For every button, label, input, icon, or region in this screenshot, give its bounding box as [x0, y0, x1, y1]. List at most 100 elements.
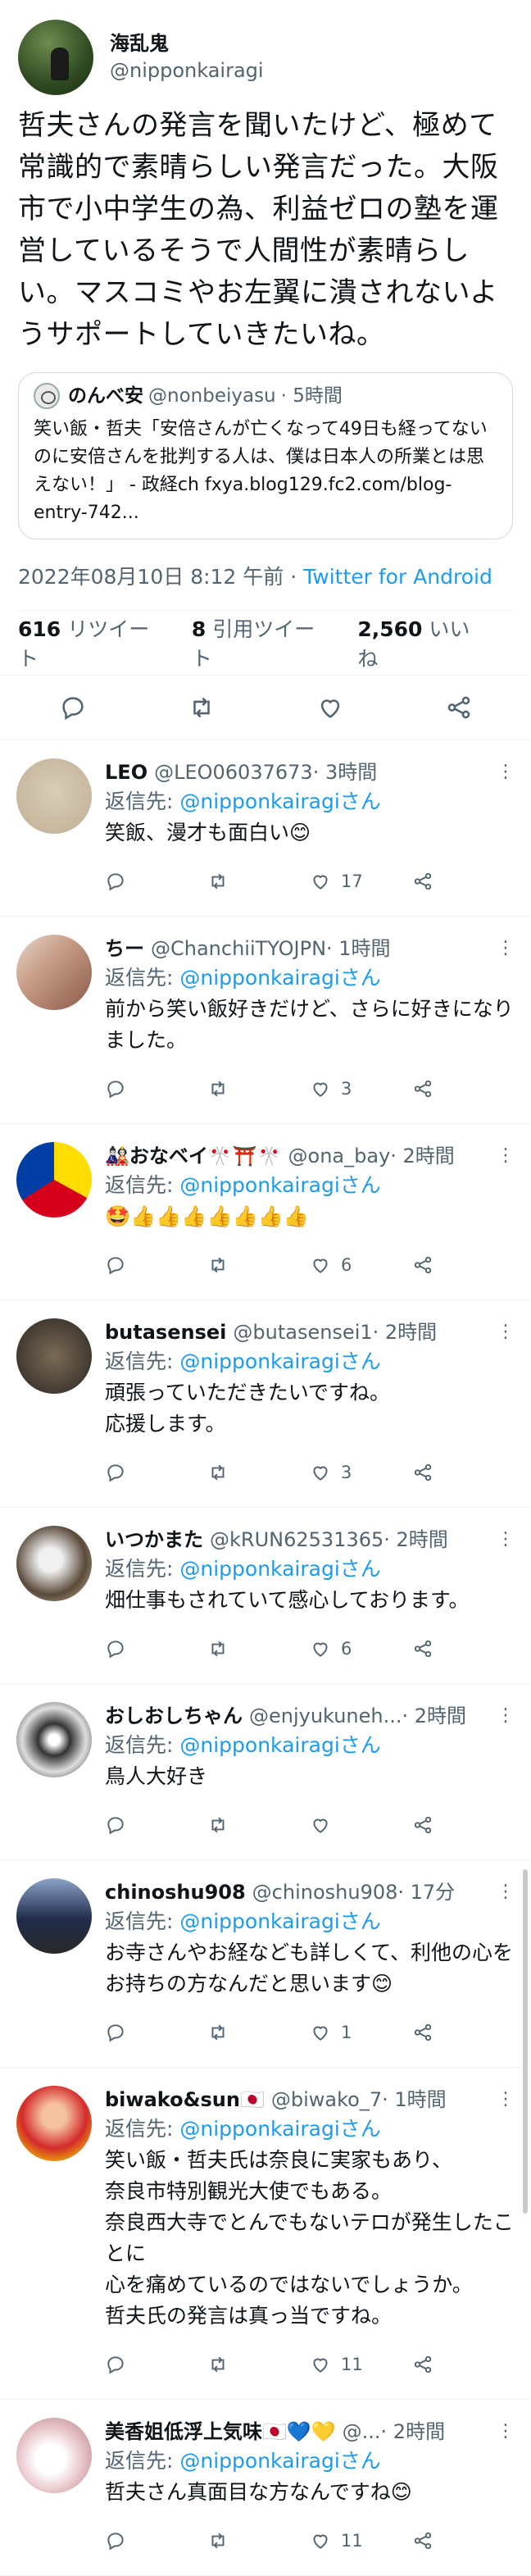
more-icon[interactable]: ⋮ — [490, 1318, 515, 1346]
reply-to-handle[interactable]: @nipponkairagiさん — [179, 1909, 380, 1933]
reply-time[interactable]: · 2時間 — [373, 1318, 438, 1346]
like-icon[interactable] — [310, 871, 331, 892]
share-icon[interactable] — [412, 1462, 433, 1483]
reply-action[interactable] — [105, 1638, 207, 1659]
reply-author-name[interactable]: chinoshu908 — [105, 1878, 246, 1906]
reply-avatar[interactable] — [16, 935, 92, 1010]
more-icon[interactable]: ⋮ — [490, 758, 515, 786]
like-action[interactable]: 6 — [310, 1638, 412, 1659]
like-action[interactable]: 11 — [310, 2530, 412, 2551]
retweet-icon[interactable] — [207, 2354, 229, 2375]
more-icon[interactable]: ⋮ — [490, 1702, 515, 1730]
reply-icon[interactable] — [105, 1638, 126, 1659]
reply-avatar[interactable] — [16, 2086, 92, 2161]
reply-author-name[interactable]: biwako&sun🇯🇵 — [105, 2086, 265, 2114]
retweet-icon[interactable] — [207, 1814, 229, 1836]
more-icon[interactable]: ⋮ — [490, 2086, 515, 2114]
reply-author-name[interactable]: 美香姐低浮上気味🇯🇵💙💛 — [105, 2418, 336, 2446]
reply-author-name[interactable]: butasensei — [105, 1318, 226, 1346]
reply-author-handle[interactable]: @chinoshu908 — [252, 1878, 398, 1906]
reply-to-handle[interactable]: @nipponkairagiさん — [179, 2117, 380, 2141]
reply-action[interactable] — [105, 1078, 207, 1099]
share-action[interactable] — [412, 1254, 515, 1276]
share-action[interactable] — [412, 2530, 515, 2551]
reply-author-handle[interactable]: @kRUN62531365 — [210, 1526, 384, 1554]
retweet-action[interactable] — [207, 2530, 310, 2551]
scrollbar[interactable] — [523, 1869, 528, 2214]
reply-time[interactable]: · 2時間 — [381, 2418, 446, 2446]
retweet-action[interactable] — [207, 1078, 310, 1099]
reply-tweet[interactable]: LEO @LEO06037673 · 3時間 ⋮ 返信先: @nipponkairagi… — [0, 740, 531, 917]
retweet-action[interactable] — [207, 1638, 310, 1659]
tweet-source[interactable]: Twitter for Android — [303, 565, 492, 589]
reply-time[interactable]: · 2時間 — [384, 1526, 448, 1554]
like-stat[interactable]: 2,560 いいね — [357, 613, 485, 672]
retweet-action[interactable] — [207, 2354, 310, 2375]
reply-author-handle[interactable]: @enjyukuneh... — [249, 1702, 402, 1730]
reply-time[interactable]: · 17分 — [397, 1878, 455, 1906]
more-icon[interactable]: ⋮ — [490, 2418, 515, 2446]
reply-tweet[interactable]: biwako&sun🇯🇵 @biwako_7 · 1時間 ⋮ 返信先: @nipponk… — [0, 2068, 531, 2400]
author-name[interactable]: 海乱鬼 — [110, 30, 264, 57]
share-action[interactable] — [412, 1814, 515, 1836]
reply-avatar[interactable] — [16, 758, 92, 834]
retweet-action[interactable] — [207, 2022, 310, 2043]
share-icon[interactable] — [412, 871, 433, 892]
share-icon[interactable] — [412, 1078, 433, 1099]
reply-to-handle[interactable]: @nipponkairagiさん — [179, 1173, 380, 1197]
reply-to-handle[interactable]: @nipponkairagiさん — [179, 1349, 380, 1373]
like-action[interactable]: 17 — [310, 871, 412, 892]
reply-author-name[interactable]: おしおしちゃん — [105, 1702, 243, 1730]
more-icon[interactable]: ⋮ — [490, 935, 515, 963]
reply-author-handle[interactable]: @butasensei1 — [233, 1318, 372, 1346]
reply-to-handle[interactable]: @nipponkairagiさん — [179, 790, 380, 813]
reply-icon[interactable] — [105, 1814, 126, 1836]
reply-author-name[interactable]: LEO — [105, 758, 148, 786]
reply-icon[interactable] — [105, 2022, 126, 2043]
share-icon[interactable] — [445, 694, 473, 721]
share-icon[interactable] — [412, 1254, 433, 1276]
reply-icon[interactable] — [105, 871, 126, 892]
reply-author-handle[interactable]: @LEO06037673 — [154, 758, 313, 786]
tweet-date[interactable]: 2022年08月10日 8:12 午前 · — [18, 565, 303, 589]
reply-action[interactable] — [105, 1254, 207, 1276]
retweet-stat[interactable]: 616 リツイート — [18, 613, 164, 672]
reply-author-handle[interactable]: @... — [343, 2418, 381, 2446]
like-action[interactable]: 6 — [310, 1254, 412, 1276]
retweet-icon[interactable] — [207, 2022, 229, 2043]
share-action[interactable] — [412, 1078, 515, 1099]
reply-author-handle[interactable]: @ChanchiiTYOJPN — [151, 935, 326, 963]
reply-author-handle[interactable]: @biwako_7 — [271, 2086, 382, 2114]
reply-to-handle[interactable]: @nipponkairagiさん — [179, 1733, 380, 1757]
reply-author-name[interactable]: ちー — [105, 935, 144, 963]
reply-action[interactable] — [105, 1814, 207, 1836]
reply-avatar[interactable] — [16, 2418, 92, 2493]
reply-action[interactable] — [105, 871, 207, 892]
share-icon[interactable] — [412, 1814, 433, 1836]
reply-time[interactable]: · 2時間 — [390, 1142, 455, 1170]
reply-action[interactable] — [105, 2022, 207, 2043]
reply-avatar[interactable] — [16, 1702, 92, 1777]
reply-avatar[interactable] — [16, 1878, 92, 1954]
reply-icon[interactable] — [105, 1254, 126, 1276]
share-action[interactable] — [412, 871, 515, 892]
retweet-action[interactable] — [207, 1254, 310, 1276]
like-action[interactable] — [310, 1814, 412, 1836]
share-action[interactable] — [412, 1638, 515, 1659]
reply-avatar[interactable] — [16, 1142, 92, 1217]
retweet-icon[interactable] — [207, 2530, 229, 2551]
more-icon[interactable]: ⋮ — [490, 1878, 515, 1906]
retweet-action[interactable] — [207, 871, 310, 892]
retweet-icon[interactable] — [207, 871, 229, 892]
like-icon[interactable] — [310, 1638, 331, 1659]
reply-tweet[interactable]: chinoshu908 @chinoshu908 · 17分 ⋮ 返信先: @nippo… — [0, 1860, 531, 2068]
more-icon[interactable]: ⋮ — [490, 1142, 515, 1170]
reply-icon[interactable] — [105, 1462, 126, 1483]
reply-author-name[interactable]: 🎎おなベイ🎌⛩️🎌 — [105, 1142, 282, 1170]
retweet-icon[interactable] — [207, 1638, 229, 1659]
reply-tweet[interactable]: いつかまた @kRUN62531365 · 2時間 ⋮ 返信先: @nipponkair… — [0, 1508, 531, 1684]
reply-avatar[interactable] — [16, 1318, 92, 1394]
share-icon[interactable] — [412, 2530, 433, 2551]
retweet-icon[interactable] — [188, 694, 216, 721]
share-action[interactable] — [412, 1462, 515, 1483]
